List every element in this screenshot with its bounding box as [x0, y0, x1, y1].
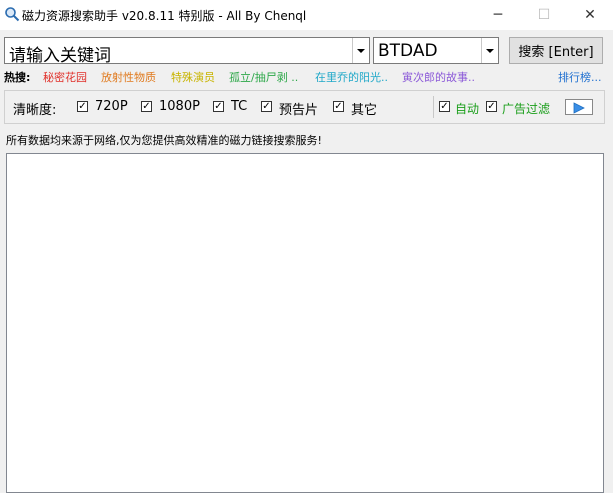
- title-bar: 磁力资源搜索助手 v20.8.11 特别版 - All By Chenql ─ …: [0, 0, 613, 30]
- keyword-input[interactable]: 请输入关键词: [9, 41, 111, 66]
- checkbox-1080p-label: 1080P: [159, 99, 200, 114]
- hot-search-label: 热搜:: [4, 71, 31, 84]
- results-list[interactable]: [6, 153, 604, 493]
- maximize-button[interactable]: ☐: [521, 0, 567, 30]
- chevron-down-icon: [486, 48, 494, 53]
- checkbox-ad-filter[interactable]: ✓: [486, 101, 497, 112]
- close-button[interactable]: ✕: [567, 0, 613, 30]
- checkbox-tc-label: TC: [231, 99, 248, 114]
- checkbox-1080p[interactable]: ✓: [141, 101, 152, 112]
- magnifier-app-icon: [5, 7, 20, 22]
- hot-search-item[interactable]: 寅次郎的故事..: [402, 69, 475, 85]
- disclaimer-text: 所有数据均来源于网络,仅为您提供高效精准的磁力链接搜索服务!: [6, 134, 322, 147]
- site-dropdown-button[interactable]: [481, 38, 498, 63]
- site-combobox[interactable]: BTDAD: [373, 37, 499, 64]
- window-title: 磁力资源搜索助手 v20.8.11 特别版 - All By Chenql: [22, 9, 307, 23]
- checkbox-ad-filter-label: 广告过滤: [502, 102, 551, 116]
- checkbox-tc[interactable]: ✓: [213, 101, 224, 112]
- hot-search-item[interactable]: 特殊演员: [171, 69, 215, 85]
- checkbox-720p-label: 720P: [95, 99, 128, 114]
- checkbox-auto[interactable]: ✓: [439, 101, 450, 112]
- minimize-button[interactable]: ─: [475, 0, 521, 30]
- hot-search-row: 热搜: 秘密花园 放射性物质 特殊演员 孤立/抽尸剥 .. 在里乔的阳光.. 寅…: [4, 69, 609, 85]
- hot-search-item[interactable]: 秘密花园: [43, 69, 87, 85]
- play-icon: [573, 102, 585, 114]
- play-button[interactable]: [565, 99, 593, 115]
- checkbox-720p[interactable]: ✓: [77, 101, 88, 112]
- filter-divider: [433, 96, 434, 118]
- checkbox-other-label: 其它: [351, 103, 378, 118]
- quality-label: 清晰度:: [13, 103, 57, 118]
- checkbox-trailer-label: 预告片: [279, 103, 319, 118]
- site-select-value: BTDAD: [378, 41, 438, 61]
- quality-filter-bar: 清晰度: ✓ 720P ✓ 1080P ✓ TC ✓ 预告片 ✓ 其它 ✓ 自动…: [4, 90, 605, 124]
- hot-search-item[interactable]: 放射性物质: [101, 69, 156, 85]
- hot-search-item[interactable]: 在里乔的阳光..: [315, 69, 388, 85]
- hot-search-item[interactable]: 孤立/抽尸剥 ..: [229, 69, 298, 85]
- keyword-combobox[interactable]: 请输入关键词: [4, 37, 370, 66]
- keyword-dropdown-button[interactable]: [352, 38, 369, 63]
- ranking-link[interactable]: 排行榜...: [558, 69, 602, 85]
- checkbox-other[interactable]: ✓: [333, 101, 344, 112]
- search-button[interactable]: 搜索 [Enter]: [509, 37, 603, 64]
- checkbox-trailer[interactable]: ✓: [261, 101, 272, 112]
- chevron-down-icon: [357, 48, 365, 53]
- checkbox-auto-label: 自动: [455, 102, 480, 116]
